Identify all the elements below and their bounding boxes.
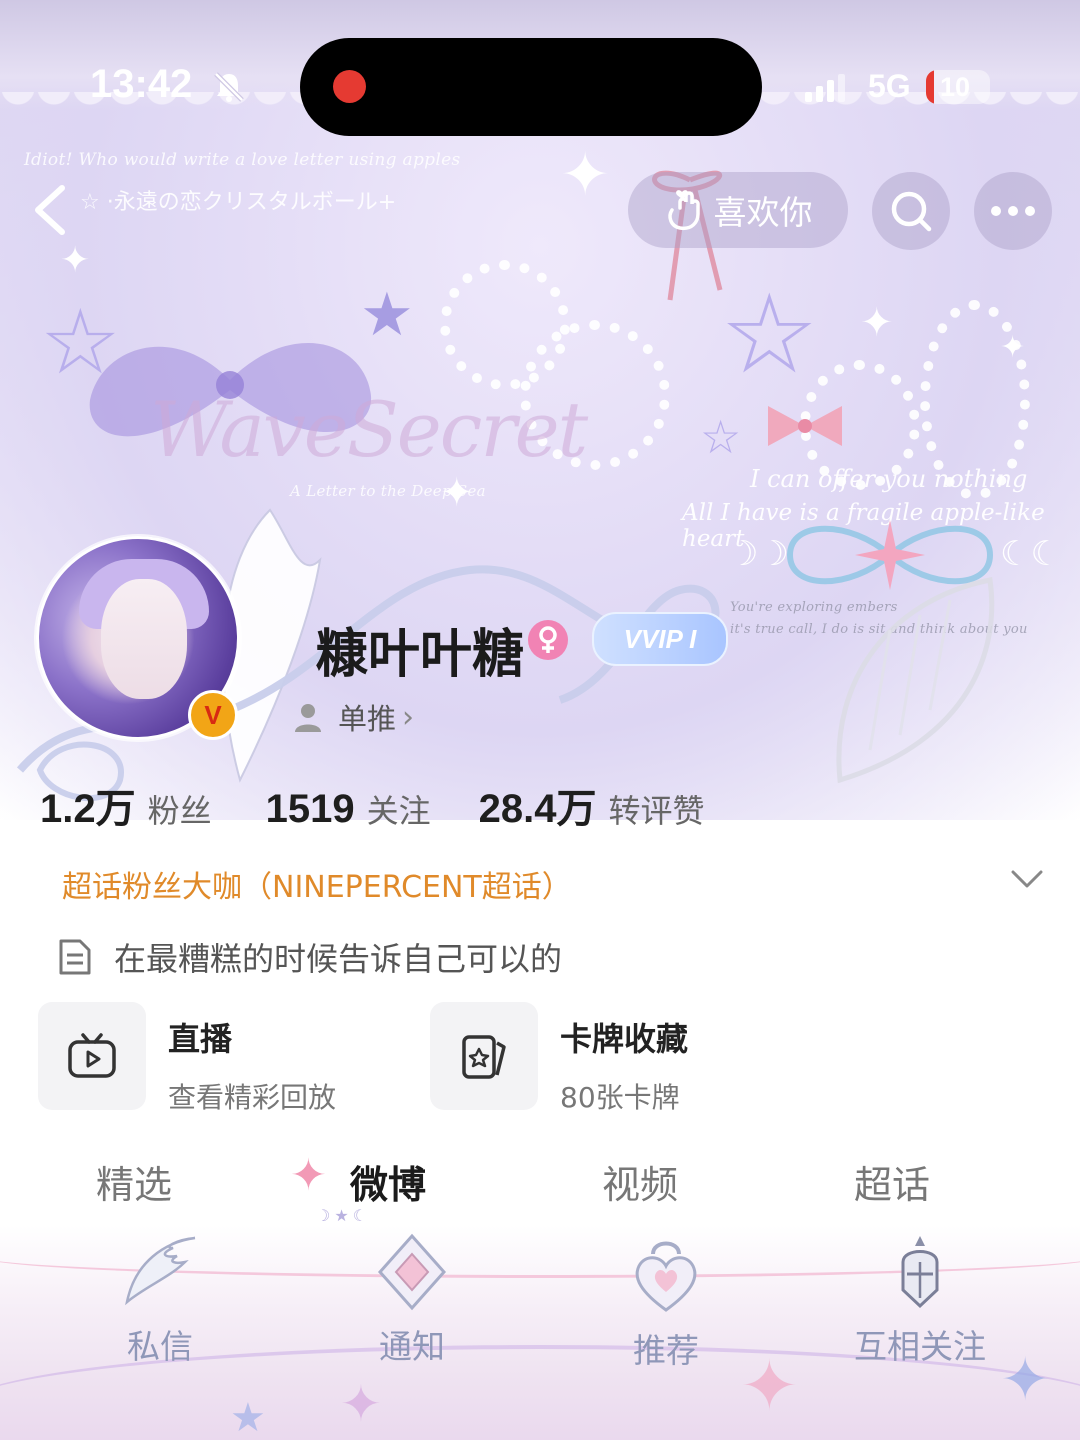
chevron-down-icon[interactable] [1010,868,1044,890]
bottom-tab-mutual-follow[interactable]: 互相关注 [830,1232,1010,1368]
like-you-label: 喜欢你 [713,193,813,232]
stat-interactions-label: 转评赞 [608,792,705,830]
tab-video[interactable]: 视频 [602,1154,678,1209]
knight-helmet-icon [901,1236,939,1309]
banner-script-line: Idiot! Who would write a love letter usi… [24,150,461,170]
profile-subtag[interactable]: 单推 › [292,696,414,738]
profile-subtag-label: 单推 [338,702,397,736]
verified-v-badge: V [188,690,238,740]
banner-logo-text: WaveSecret [150,385,588,474]
stat-followers[interactable]: 1.2万 粉丝 [40,776,212,834]
live-card-title: 直播 [168,1020,233,1058]
bottom-tab-messages-label: 私信 [127,1327,193,1366]
active-tab-indicator: ☽★☾ [316,1206,372,1225]
card-collection-title: 卡牌收藏 [560,1020,689,1058]
diamond-emblem-icon [377,1233,447,1311]
chevron-right-icon: › [402,699,415,735]
wing-icon [125,1236,196,1306]
search-button[interactable] [872,172,950,250]
sparkle-tab-icon: ✦ [290,1150,327,1201]
avatar-face [101,579,187,699]
back-arrow-icon[interactable] [28,180,78,240]
tab-weibo[interactable]: 微博 [350,1154,426,1209]
profile-stats: 1.2万 粉丝 1519 关注 28.4万 转评赞 [40,776,705,834]
live-card-subtitle: 查看精彩回放 [168,1081,337,1114]
harp-decoration [836,577,995,784]
live-card[interactable]: 直播 查看精彩回放 [38,1002,336,1116]
stat-interactions[interactable]: 28.4万 转评赞 [479,776,705,834]
status-time: 13:42 [90,62,193,106]
heart-lock-icon [635,1241,697,1312]
profile-bio-text: 在最糟糕的时候告诉自己可以的 [114,940,563,978]
tab-supertopic[interactable]: 超话 [854,1154,930,1209]
bottom-tab-recommend[interactable]: 推荐 [576,1232,756,1372]
bottom-tab-notifications[interactable]: 通知 [322,1232,502,1368]
battery-indicator: 10 [926,70,990,104]
card-icon [462,1035,506,1079]
profile-bio: 在最糟糕的时候告诉自己可以的 [58,934,562,980]
network-label: 5G [868,68,911,104]
hand-heart-icon [667,190,700,231]
battery-level: 10 [940,72,971,102]
bottom-tab-notifications-label: 通知 [379,1327,445,1366]
bottom-tab-recommend-label: 推荐 [633,1331,699,1370]
signal-icon [805,74,845,102]
bell-mute-icon [214,72,244,102]
card-collection-subtitle: 80张卡牌 [560,1081,680,1114]
bottom-tab-messages[interactable]: 私信 [70,1232,250,1368]
banner-jp-line: ☆ ·永遠の恋クリスタルボール+ [80,190,397,215]
bottom-tab-mutual-follow-label: 互相关注 [854,1327,986,1366]
card-collection-card[interactable]: 卡牌收藏 80张卡牌 [430,1002,688,1116]
recording-indicator-icon [333,70,366,103]
live-card-icon-box [38,1002,146,1110]
supertopic-title[interactable]: 超话粉丝大咖（NINEPERCENT超话） [62,862,572,906]
star-decoration: ☆ [700,410,742,464]
stat-followers-label: 粉丝 [147,792,212,830]
content-tabs: 精选 ✦ 微博 ☽★☾ 视频 超话 [0,1150,1080,1225]
sparkle-decoration: ★ [230,1395,266,1440]
user-tag-icon [295,704,321,732]
stat-following[interactable]: 1519 关注 [266,786,431,832]
more-button[interactable] [974,172,1052,250]
female-gender-icon [528,620,568,660]
battery-fill [926,70,934,104]
profile-username: 糠叶叶糖 [316,625,525,685]
document-icon [59,939,91,975]
tv-play-icon [68,1033,116,1078]
more-dots-icon [991,206,1035,216]
tab-featured[interactable]: 精选 [96,1154,172,1209]
like-you-button[interactable]: 喜欢你 [628,172,848,248]
search-icon [891,191,932,232]
sparkle-decoration: ✦ [860,300,894,346]
vvip-badge[interactable]: VVIP I [592,612,728,666]
sparkle-decoration: ✦ [340,1375,382,1433]
stat-following-label: 关注 [366,792,431,830]
sparkle-decoration: ✦ [560,140,611,210]
stat-followers-value: 1.2万 [40,787,136,831]
pink-bow-decoration [768,406,842,446]
banner-logo-sub: A Letter to the Deep Sea [290,482,486,500]
stat-following-value: 1519 [265,787,355,831]
banner-quote-line-1: I can offer you nothing [750,465,1028,493]
card-collection-icon-box [430,1002,538,1110]
stat-interactions-value: 28.4万 [478,787,597,831]
dynamic-island [300,38,762,136]
sparkle-decoration: ✦ [60,240,91,281]
